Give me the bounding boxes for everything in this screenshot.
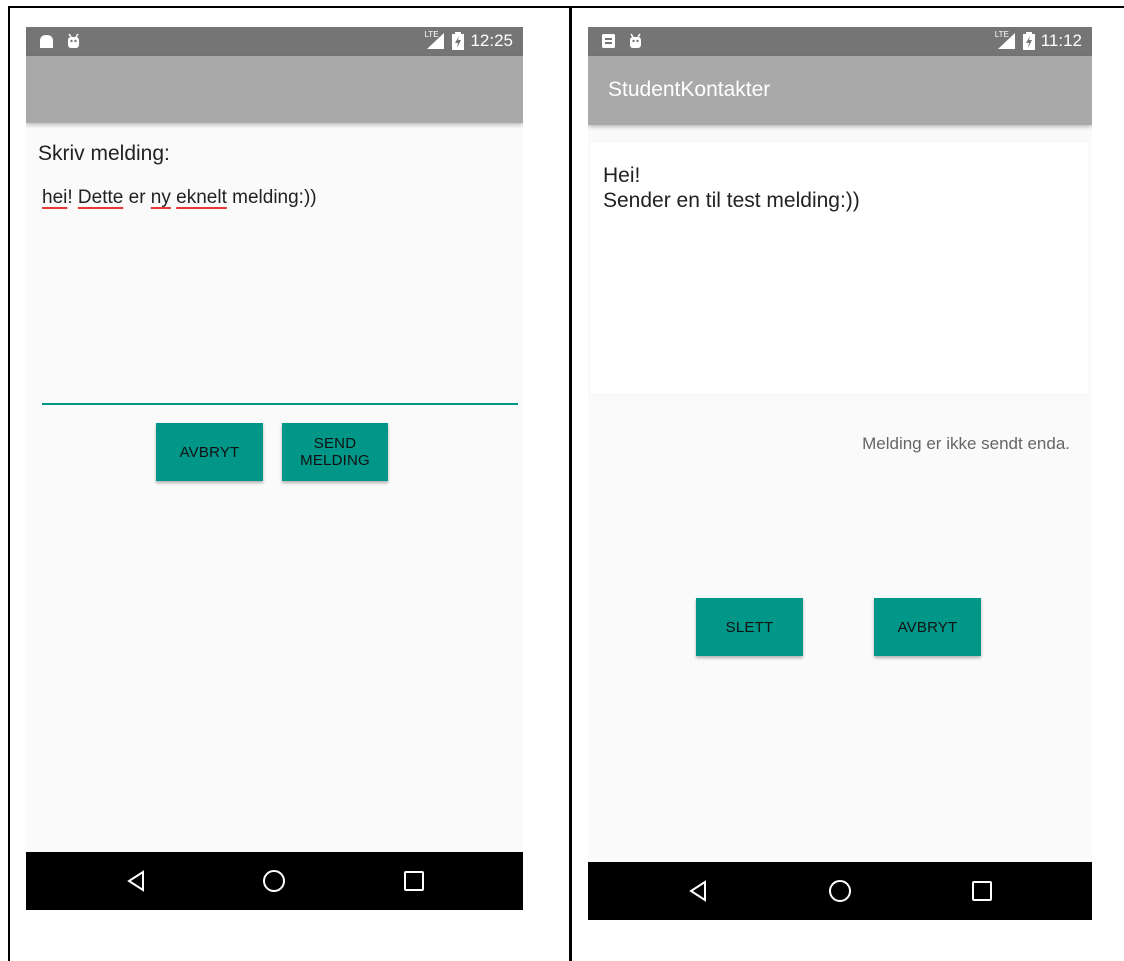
navigation-bar (588, 862, 1092, 920)
signal-icon: LTE (994, 30, 1017, 50)
back-icon[interactable] (121, 866, 151, 896)
send-button-label-line1: SEND (313, 435, 357, 452)
message-line-2: Sender en til test melding:)) (603, 189, 860, 212)
frame-middle-divider (569, 6, 572, 961)
app-title: StudentKontakter (608, 78, 771, 101)
clock: 11:12 (1040, 31, 1082, 50)
message-word: ! (67, 187, 78, 208)
back-icon[interactable] (683, 876, 713, 906)
cancel-button[interactable]: AVBRYT (156, 423, 263, 481)
network-type-label: LTE (424, 30, 439, 39)
status-bar: LTE 11:12 (588, 27, 1092, 56)
prompt-label: Skriv melding: (38, 142, 170, 165)
app-bar: StudentKontakter (588, 56, 1092, 125)
send-message-button[interactable]: SEND MELDING (282, 423, 388, 481)
frame-left-border (8, 6, 10, 961)
status-text: Melding er ikke sendt enda. (862, 434, 1070, 453)
home-icon[interactable] (259, 866, 289, 896)
misspelled-word[interactable]: Dette (78, 187, 123, 208)
cancel-button-label: AVBRYT (179, 443, 240, 461)
clock: 12:25 (470, 31, 513, 50)
misspelled-word[interactable]: ny (151, 187, 171, 208)
android-debug-icon (627, 33, 644, 49)
cancel-button[interactable]: AVBRYT (874, 598, 981, 656)
battery-charging-icon (1022, 32, 1035, 50)
delete-button[interactable]: SLETT (696, 598, 803, 656)
android-debug-icon (65, 33, 82, 49)
delete-button-label: SLETT (725, 618, 774, 636)
message-text: hei! Dette er ny eknelt melding:)) (42, 187, 317, 209)
network-type-label: LTE (994, 30, 1009, 39)
misspelled-word[interactable]: hei (42, 187, 67, 208)
recents-icon[interactable] (399, 866, 429, 896)
cancel-button-label: AVBRYT (897, 618, 958, 636)
navigation-bar (26, 852, 523, 910)
recents-icon[interactable] (967, 876, 997, 906)
android-notification-icon (38, 33, 55, 49)
message-word: melding:)) (226, 187, 317, 208)
misspelled-word[interactable]: eknelt (176, 187, 227, 208)
message-card: Hei! Sender en til test melding:)) (591, 143, 1088, 393)
home-icon[interactable] (825, 876, 855, 906)
status-bar: LTE 12:25 (26, 27, 523, 56)
message-input[interactable]: hei! Dette er ny eknelt melding:)) (42, 177, 518, 405)
message-word: er (123, 187, 151, 208)
app-bar (26, 56, 523, 123)
right-phone-screen: LTE 11:12 StudentKontakter Hei! Sender e… (588, 27, 1092, 920)
sd-card-icon (600, 33, 617, 49)
message-line-1: Hei! (603, 164, 641, 187)
battery-charging-icon (452, 32, 465, 50)
signal-icon: LTE (424, 30, 446, 50)
send-button-label-line2: MELDING (300, 452, 370, 469)
left-phone-screen: LTE 12:25 Skriv melding: hei! Dette er n… (26, 27, 523, 910)
frame-top-border (8, 6, 1124, 8)
